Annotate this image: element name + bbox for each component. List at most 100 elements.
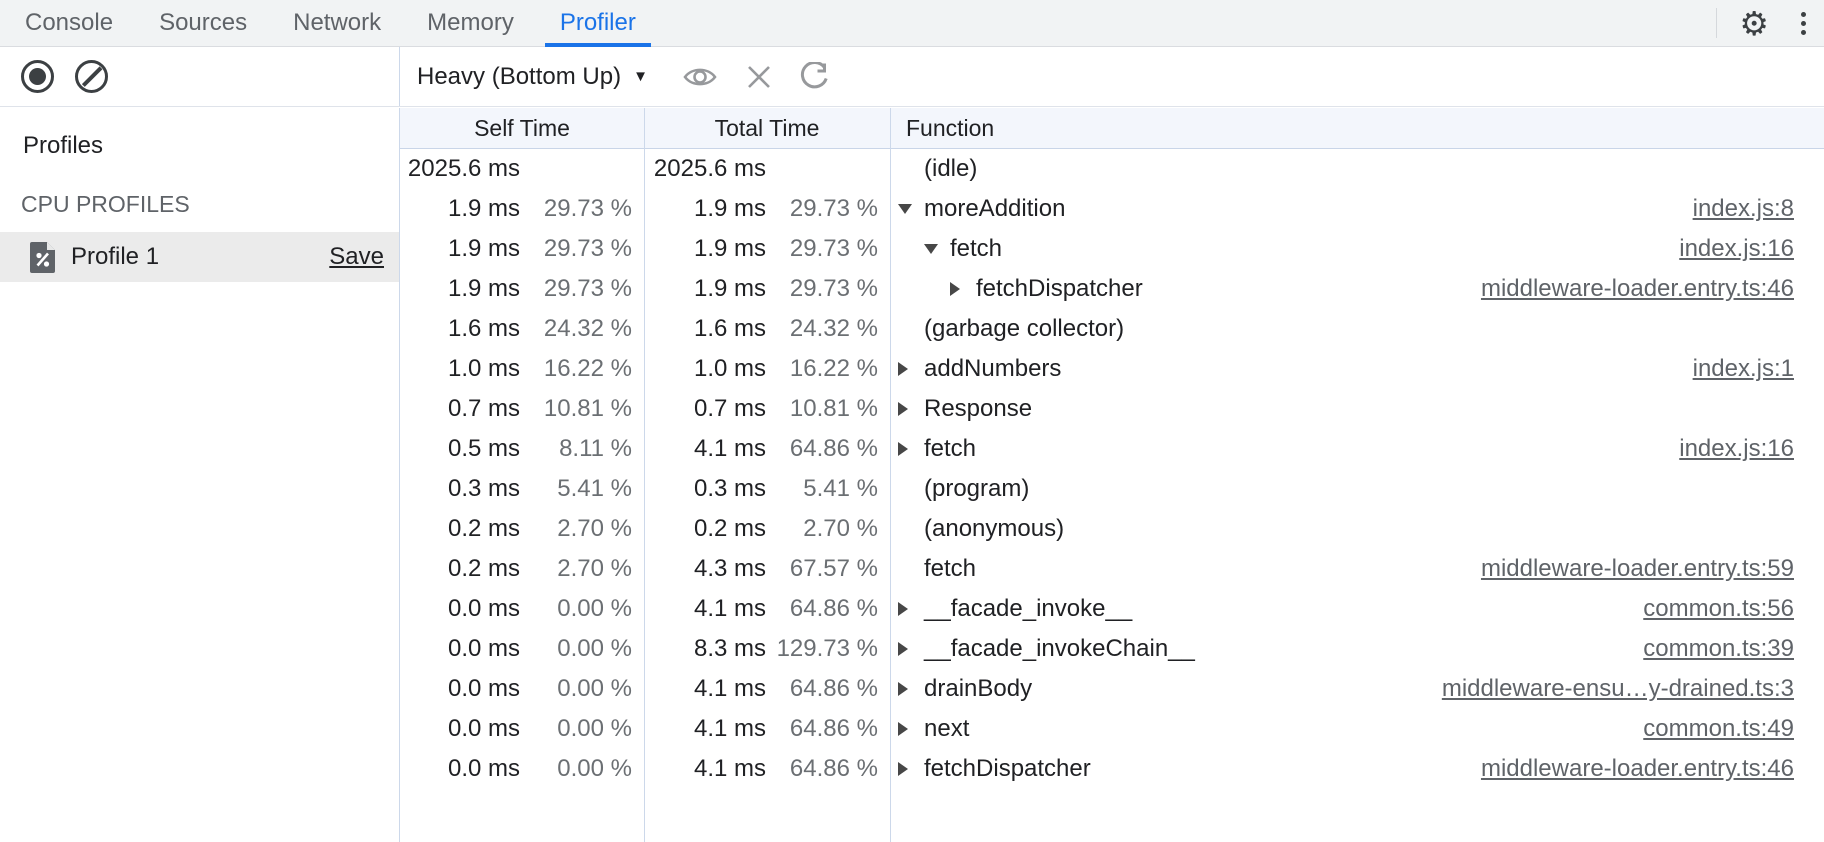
table-row[interactable]: 1.9 ms 29.73 % 1.9 ms 29.73 % moreAdditi… xyxy=(400,189,1824,229)
total-time-cell: 8.3 ms 129.73 % xyxy=(644,635,890,663)
eye-icon[interactable] xyxy=(682,64,718,90)
profiles-sidebar: Profiles CPU PROFILES Profile 1 Save xyxy=(0,108,399,842)
more-menu-icon[interactable] xyxy=(1799,8,1808,39)
cpu-profiles-section-title: CPU PROFILES xyxy=(21,191,190,218)
expand-arrow[interactable] xyxy=(898,682,922,696)
total-time-cell: 4.3 ms 67.57 % xyxy=(644,555,890,583)
expand-arrow[interactable] xyxy=(950,282,974,296)
table-row[interactable]: 0.3 ms 5.41 % 0.3 ms 5.41 % (program) xyxy=(400,469,1824,509)
source-link[interactable]: middleware-ensu…y-drained.ts:3 xyxy=(1422,675,1794,703)
total-time-percent: 24.32 % xyxy=(766,315,878,343)
expand-arrow[interactable] xyxy=(924,244,948,254)
source-link[interactable]: middleware-loader.entry.ts:46 xyxy=(1461,275,1794,303)
table-row[interactable]: 1.9 ms 29.73 % 1.9 ms 29.73 % fetchDispa… xyxy=(400,269,1824,309)
gear-icon[interactable]: ⚙ xyxy=(1739,7,1769,40)
source-link[interactable]: index.js:16 xyxy=(1659,435,1794,463)
function-cell: fetch middleware-loader.entry.ts:59 xyxy=(890,555,1824,583)
function-cell: fetch index.js:16 xyxy=(890,235,1824,263)
tab-network[interactable]: Network xyxy=(270,0,404,46)
tabbar-right-controls: ⚙ xyxy=(1716,0,1824,46)
total-time-percent: 129.73 % xyxy=(766,635,878,663)
function-name: (anonymous) xyxy=(924,515,1064,543)
table-row[interactable]: 1.6 ms 24.32 % 1.6 ms 24.32 % (garbage c… xyxy=(400,309,1824,349)
table-row[interactable]: 0.5 ms 8.11 % 4.1 ms 64.86 % fetch index… xyxy=(400,429,1824,469)
expand-arrow[interactable] xyxy=(898,602,922,616)
table-row[interactable]: 0.0 ms 0.00 % 4.1 ms 64.86 % __facade_in… xyxy=(400,589,1824,629)
source-link[interactable]: common.ts:49 xyxy=(1623,715,1794,743)
expand-arrow[interactable] xyxy=(898,442,922,456)
source-link[interactable]: middleware-loader.entry.ts:59 xyxy=(1461,555,1794,583)
tab-profiler[interactable]: Profiler xyxy=(537,0,659,46)
sidebar-item-profile-1[interactable]: Profile 1 Save xyxy=(0,232,399,282)
total-time-cell: 0.3 ms 5.41 % xyxy=(644,475,890,503)
table-row[interactable]: 0.0 ms 0.00 % 8.3 ms 129.73 % __facade_i… xyxy=(400,629,1824,669)
self-time-percent: 2.70 % xyxy=(520,555,632,583)
total-time-percent: 64.86 % xyxy=(766,755,878,783)
column-divider[interactable] xyxy=(890,108,891,842)
table-row[interactable]: 1.9 ms 29.73 % 1.9 ms 29.73 % fetch inde… xyxy=(400,229,1824,269)
total-time-percent: 29.73 % xyxy=(766,275,878,303)
total-time-value: 1.6 ms xyxy=(644,315,766,343)
source-link[interactable]: middleware-loader.entry.ts:46 xyxy=(1461,755,1794,783)
table-row[interactable]: 0.2 ms 2.70 % 0.2 ms 2.70 % (anonymous) xyxy=(400,509,1824,549)
table-row[interactable]: 0.0 ms 0.00 % 4.1 ms 64.86 % fetchDispat… xyxy=(400,749,1824,789)
self-time-cell: 1.0 ms 16.22 % xyxy=(400,355,644,383)
expand-arrow[interactable] xyxy=(898,722,922,736)
tab-console[interactable]: Console xyxy=(2,0,136,46)
column-header-function[interactable]: Function xyxy=(890,115,1824,142)
total-time-cell: 0.2 ms 2.70 % xyxy=(644,515,890,543)
self-time-value: 1.9 ms xyxy=(400,235,520,263)
total-time-cell: 4.1 ms 64.86 % xyxy=(644,715,890,743)
column-header-total-time[interactable]: Total Time xyxy=(644,115,890,142)
total-time-cell: 0.7 ms 10.81 % xyxy=(644,395,890,423)
source-link[interactable]: index.js:1 xyxy=(1673,355,1794,383)
sidebar-title: Profiles xyxy=(23,132,103,160)
refresh-icon[interactable] xyxy=(798,62,830,92)
tab-sources[interactable]: Sources xyxy=(136,0,270,46)
source-link[interactable]: common.ts:56 xyxy=(1623,595,1794,623)
table-row[interactable]: 1.0 ms 16.22 % 1.0 ms 16.22 % addNumbers… xyxy=(400,349,1824,389)
self-time-percent: 0.00 % xyxy=(520,715,632,743)
total-time-cell: 1.6 ms 24.32 % xyxy=(644,315,890,343)
save-link[interactable]: Save xyxy=(329,243,384,271)
record-icon[interactable] xyxy=(21,60,54,93)
total-time-value: 2025.6 ms xyxy=(644,155,766,183)
column-divider[interactable] xyxy=(644,108,645,842)
toolbar-divider xyxy=(1716,8,1717,38)
expand-arrow[interactable] xyxy=(898,642,922,656)
self-time-cell: 0.3 ms 5.41 % xyxy=(400,475,644,503)
self-time-cell: 0.0 ms 0.00 % xyxy=(400,715,644,743)
total-time-value: 4.1 ms xyxy=(644,595,766,623)
function-name: fetch xyxy=(924,555,976,583)
source-link[interactable]: common.ts:39 xyxy=(1623,635,1794,663)
expand-arrow[interactable] xyxy=(898,762,922,776)
table-row[interactable]: 0.0 ms 0.00 % 4.1 ms 64.86 % next common… xyxy=(400,709,1824,749)
expand-arrow[interactable] xyxy=(898,402,922,416)
panel-tabs: Console Sources Network Memory Profiler xyxy=(2,0,659,46)
column-header-self-time[interactable]: Self Time xyxy=(400,115,644,142)
function-name: __facade_invoke__ xyxy=(924,595,1132,623)
total-time-percent: 64.86 % xyxy=(766,675,878,703)
total-time-percent: 64.86 % xyxy=(766,595,878,623)
table-row[interactable]: 0.7 ms 10.81 % 0.7 ms 10.81 % Response xyxy=(400,389,1824,429)
view-mode-select[interactable]: Heavy (Bottom Up) ▼ xyxy=(417,63,648,91)
self-time-value: 0.3 ms xyxy=(400,475,520,503)
total-time-percent: 10.81 % xyxy=(766,395,878,423)
source-link[interactable]: index.js:16 xyxy=(1659,235,1794,263)
expand-arrow[interactable] xyxy=(898,204,922,214)
self-time-percent: 10.81 % xyxy=(520,395,632,423)
view-mode-label: Heavy (Bottom Up) xyxy=(417,63,621,91)
table-row[interactable]: 0.2 ms 2.70 % 4.3 ms 67.57 % fetch middl… xyxy=(400,549,1824,589)
total-time-value: 8.3 ms xyxy=(644,635,766,663)
function-name: fetch xyxy=(950,235,1002,263)
self-time-cell: 0.5 ms 8.11 % xyxy=(400,435,644,463)
function-cell: fetchDispatcher middleware-loader.entry.… xyxy=(890,755,1824,783)
table-row[interactable]: 0.0 ms 0.00 % 4.1 ms 64.86 % drainBody m… xyxy=(400,669,1824,709)
tab-memory[interactable]: Memory xyxy=(404,0,537,46)
clear-icon[interactable] xyxy=(75,60,108,93)
expand-arrow[interactable] xyxy=(898,362,922,376)
table-row[interactable]: 2025.6 ms 2025.6 ms (idle) xyxy=(400,149,1824,189)
total-time-cell: 2025.6 ms xyxy=(644,155,890,183)
close-icon[interactable] xyxy=(746,64,772,90)
source-link[interactable]: index.js:8 xyxy=(1673,195,1794,223)
